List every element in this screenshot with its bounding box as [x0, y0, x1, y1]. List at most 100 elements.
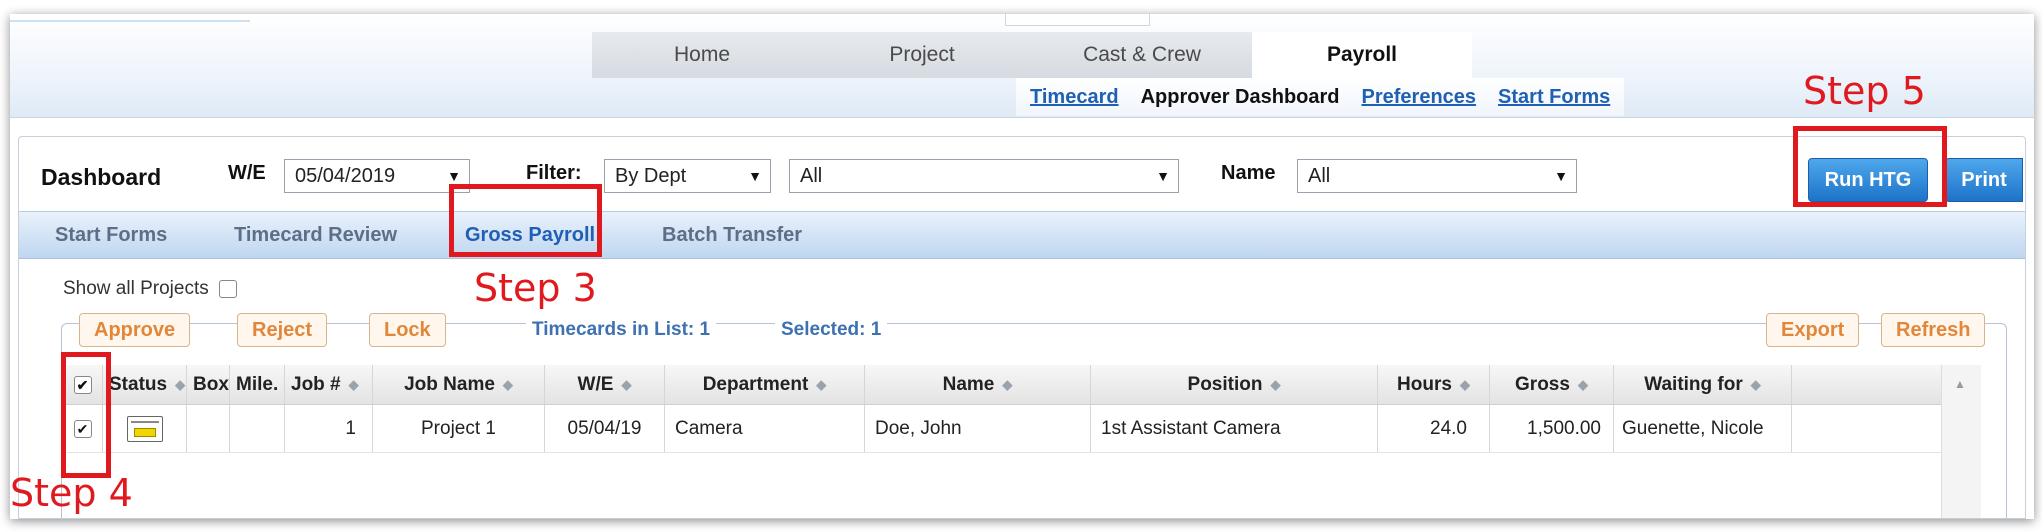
tab-batch-transfer[interactable]: Batch Transfer	[662, 212, 802, 258]
lock-button[interactable]: Lock	[369, 313, 446, 347]
row-job-name-cell: Project 1	[373, 405, 545, 452]
row-waiting-for-cell: Guenette, Nicole	[1614, 405, 1792, 452]
step3-highlight-box	[449, 184, 602, 257]
row-mile-cell	[230, 405, 285, 452]
app-window: Home Project Cast & Crew Payroll Timecar…	[10, 14, 2034, 519]
row-name-cell: Doe, John	[865, 405, 1091, 452]
dashboard-tabs: Start Forms Timecard Review Gross Payrol…	[19, 211, 2025, 259]
header-top-box	[1005, 14, 1150, 26]
row-department-cell: Camera	[665, 405, 865, 452]
name-select[interactable]: All ▼	[1297, 159, 1577, 193]
step5-highlight-box	[1793, 126, 1947, 207]
step4-highlight-box	[61, 352, 111, 478]
reject-button[interactable]: Reject	[237, 313, 328, 347]
approve-button[interactable]: Approve	[79, 313, 191, 347]
we-select[interactable]: 05/04/2019 ▼	[284, 159, 470, 193]
row-status-cell	[103, 405, 187, 452]
dashboard-panel: Dashboard W/E 05/04/2019 ▼ Filter: By De…	[18, 136, 2026, 519]
row-hours-cell: 24.0	[1378, 405, 1490, 452]
sort-icon: ◆	[502, 376, 513, 392]
col-status-label: Status	[109, 373, 168, 395]
nav-tab-home[interactable]: Home	[592, 32, 812, 78]
table-row[interactable]: ✔ 1 Project 1 05/04/19 Camera Doe, John …	[63, 405, 1973, 453]
nav-tab-project[interactable]: Project	[812, 32, 1032, 78]
step3-label: Step 3	[474, 266, 597, 310]
name-select-value: All	[1308, 165, 1331, 187]
col-job-name[interactable]: Job Name ◆	[373, 365, 545, 404]
col-waiting-for[interactable]: Waiting for ◆	[1614, 365, 1792, 404]
sort-icon: ◆	[348, 376, 359, 392]
sort-icon: ◆	[621, 376, 632, 392]
sort-icon: ◆	[1002, 376, 1013, 392]
col-name[interactable]: Name ◆	[865, 365, 1091, 404]
selected-count: Selected: 1	[775, 319, 888, 341]
row-gross-cell: 1,500.00	[1490, 405, 1614, 452]
col-department-label: Department	[702, 373, 809, 395]
filter-select-value: By Dept	[615, 165, 687, 187]
tab-start-forms[interactable]: Start Forms	[55, 212, 167, 258]
grid-header: ✔ Status ◆ Box Mile. Job # ◆ Job Name ◆ W/E…	[63, 365, 1973, 405]
col-job-name-label: Job Name	[404, 373, 495, 395]
sort-icon: ◆	[816, 376, 827, 392]
department-select-value: All	[800, 165, 823, 187]
chevron-down-icon: ▼	[1554, 168, 1568, 184]
department-select[interactable]: All ▼	[789, 159, 1179, 193]
name-label: Name	[1221, 162, 1276, 184]
show-all-projects: Show all Projects	[63, 278, 237, 300]
sort-icon: ◆	[1270, 376, 1281, 392]
chevron-down-icon: ▼	[748, 168, 762, 184]
export-button[interactable]: Export	[1766, 313, 1860, 347]
col-mile[interactable]: Mile.	[230, 365, 285, 404]
print-button[interactable]: Print	[1945, 158, 2023, 202]
sort-icon: ◆	[1577, 376, 1588, 392]
row-box-cell	[187, 405, 230, 452]
col-position[interactable]: Position ◆	[1091, 365, 1378, 404]
col-box-label: Box	[193, 373, 229, 395]
nav-tab-payroll[interactable]: Payroll	[1252, 32, 1472, 78]
col-name-label: Name	[942, 373, 995, 395]
show-all-projects-checkbox[interactable]	[218, 280, 237, 298]
chevron-down-icon: ▼	[1156, 168, 1170, 184]
timecards-count: Timecards in List: 1	[526, 319, 717, 341]
col-status[interactable]: Status ◆	[103, 365, 187, 404]
refresh-button[interactable]: Refresh	[1881, 313, 1986, 347]
step4-label: Step 4	[10, 471, 133, 515]
col-hours-label: Hours	[1397, 373, 1452, 395]
col-gross-label: Gross	[1515, 373, 1570, 395]
timecard-grid: ✔ Status ◆ Box Mile. Job # ◆ Job Name ◆ W/E…	[63, 365, 1973, 453]
filter-select[interactable]: By Dept ▼	[604, 159, 771, 193]
col-position-label: Position	[1187, 373, 1263, 395]
sort-icon: ◆	[1750, 376, 1761, 392]
timecard-status-icon[interactable]	[126, 415, 163, 442]
row-job-number-cell: 1	[285, 405, 373, 452]
tab-timecard-review[interactable]: Timecard Review	[234, 212, 397, 258]
col-hours[interactable]: Hours ◆	[1378, 365, 1490, 404]
col-job-number[interactable]: Job # ◆	[285, 365, 373, 404]
col-we[interactable]: W/E ◆	[545, 365, 665, 404]
filter-label: Filter:	[526, 162, 582, 184]
preferences-link[interactable]: Preferences	[1362, 86, 1477, 109]
sort-icon: ◆	[175, 376, 186, 392]
nav-tab-cast-crew[interactable]: Cast & Crew	[1032, 32, 1252, 78]
row-we-cell: 05/04/19	[545, 405, 665, 452]
show-all-projects-label: Show all Projects	[63, 278, 209, 299]
col-job-number-label: Job #	[291, 373, 341, 395]
header-decor-line	[10, 20, 250, 22]
col-box[interactable]: Box	[187, 365, 230, 404]
we-label: W/E	[228, 162, 266, 184]
timecard-link[interactable]: Timecard	[1030, 86, 1119, 109]
approver-dashboard-link[interactable]: Approver Dashboard	[1141, 86, 1340, 109]
col-department[interactable]: Department ◆	[665, 365, 865, 404]
start-forms-link[interactable]: Start Forms	[1498, 86, 1610, 109]
dashboard-title: Dashboard	[41, 164, 162, 190]
grid-scrollbar[interactable]: ▲	[1941, 365, 1981, 518]
filter-bar: Dashboard W/E 05/04/2019 ▼ Filter: By De…	[19, 137, 2025, 202]
step5-label: Step 5	[1803, 69, 1926, 113]
col-waiting-for-label: Waiting for	[1644, 373, 1743, 395]
col-mile-label: Mile.	[236, 373, 279, 395]
sub-nav: Timecard Approver Dashboard Preferences …	[1016, 78, 1625, 116]
row-position-cell: 1st Assistant Camera	[1091, 405, 1378, 452]
scroll-up-icon[interactable]: ▲	[1954, 377, 1966, 391]
sort-icon: ◆	[1459, 376, 1470, 392]
col-gross[interactable]: Gross ◆	[1490, 365, 1614, 404]
